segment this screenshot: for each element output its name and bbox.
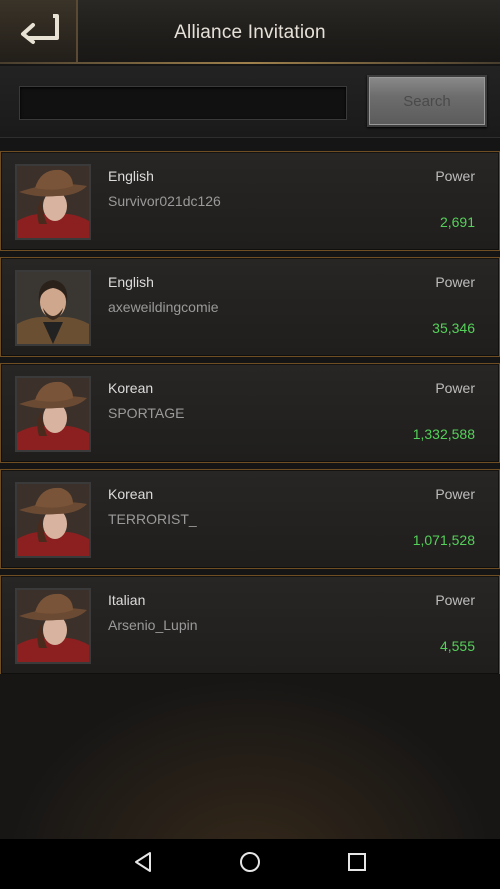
power-value: 4,555 xyxy=(439,638,475,654)
cowboy-hat-survivor-avatar xyxy=(17,484,89,556)
power-value: 2,691 xyxy=(439,214,475,230)
player-card[interactable]: Korean TERRORIST_ Power 1,071,528 xyxy=(0,469,500,569)
player-card[interactable]: English Survivor021dc126 Power 2,691 xyxy=(0,151,500,251)
triangle-back-icon xyxy=(133,851,153,878)
player-language: English xyxy=(108,168,154,184)
nav-back-button[interactable] xyxy=(128,849,158,879)
system-nav-bar xyxy=(0,839,500,889)
player-name: Survivor021dc126 xyxy=(108,193,221,209)
player-card[interactable]: Korean SPORTAGE Power 1,332,588 xyxy=(0,363,500,463)
circle-home-icon xyxy=(239,851,261,878)
power-label: Power xyxy=(435,486,475,502)
player-avatar xyxy=(15,376,91,452)
player-name: SPORTAGE xyxy=(108,405,185,421)
power-label: Power xyxy=(435,592,475,608)
page-title: Alliance Invitation xyxy=(174,22,326,43)
cowboy-hat-survivor-avatar xyxy=(17,590,89,662)
nav-recents-button[interactable] xyxy=(342,849,372,879)
power-value: 1,071,528 xyxy=(412,532,475,548)
background-scene xyxy=(0,674,500,839)
player-card[interactable]: English axeweildingcomie Power 35,346 xyxy=(0,257,500,357)
power-label: Power xyxy=(435,274,475,290)
player-card[interactable]: Italian Arsenio_Lupin Power 4,555 xyxy=(0,575,500,675)
nav-home-button[interactable] xyxy=(235,849,265,879)
square-recents-icon xyxy=(347,852,367,877)
power-value: 35,346 xyxy=(432,320,475,336)
power-value: 1,332,588 xyxy=(412,426,475,442)
cowboy-hat-survivor-avatar xyxy=(17,166,89,238)
player-language: English xyxy=(108,274,154,290)
player-language: Korean xyxy=(108,380,154,396)
player-avatar xyxy=(15,164,91,240)
player-name: TERRORIST_ xyxy=(108,511,197,527)
power-label: Power xyxy=(435,168,475,184)
player-avatar xyxy=(15,270,91,346)
cowboy-hat-survivor-avatar xyxy=(17,378,89,450)
player-name: Arsenio_Lupin xyxy=(108,617,198,633)
search-input[interactable] xyxy=(19,86,347,120)
header-bar: Alliance Invitation xyxy=(0,0,500,64)
player-avatar xyxy=(15,588,91,664)
player-avatar xyxy=(15,482,91,558)
player-language: Italian xyxy=(108,592,146,608)
player-language: Korean xyxy=(108,486,154,502)
search-button[interactable]: Search xyxy=(367,75,487,127)
player-name: axeweildingcomie xyxy=(108,299,219,315)
power-label: Power xyxy=(435,380,475,396)
bearded-survivor-avatar xyxy=(17,272,89,344)
